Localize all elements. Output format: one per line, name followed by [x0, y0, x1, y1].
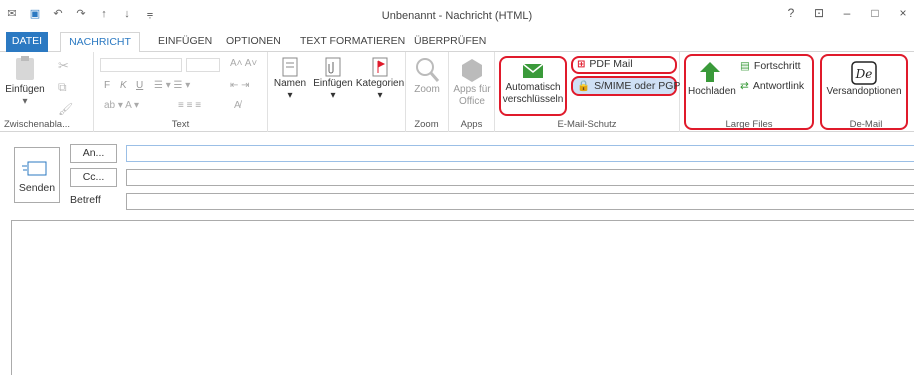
names-label: Namen [273, 78, 307, 89]
title-bar: ✉ ▣ ↶ ↷ ↑ ↓ ⩦ Unbenannt - Nachricht (HTM… [0, 0, 914, 30]
upload-label: Hochladen [688, 86, 736, 97]
to-button[interactable]: An... [70, 144, 117, 163]
progress-button[interactable]: ▤ Fortschritt [740, 60, 801, 72]
magnifier-icon [416, 58, 440, 82]
pdf-icon: ⊞ [577, 58, 586, 70]
cc-field[interactable] [126, 169, 914, 186]
help-icon[interactable]: ? [784, 6, 798, 20]
underline-button[interactable]: U [136, 80, 143, 91]
progress-label: Fortschritt [753, 60, 801, 72]
apps-icon [462, 59, 482, 82]
attach-button[interactable]: Einfügen ▾ [310, 56, 356, 102]
group-email-protection: Automatisch verschlüsseln ⊞ PDF Mail 🔒 S… [495, 52, 680, 132]
tab-file[interactable]: DATEI [6, 32, 48, 52]
bullets-icon[interactable]: ☰ ▾ ☰ ▾ [154, 80, 190, 91]
to-field[interactable] [126, 145, 914, 162]
zoom-group-label: Zoom [414, 119, 439, 130]
paste-label: Einfügen [5, 84, 45, 95]
bold-button[interactable]: F [104, 80, 110, 91]
subject-field[interactable] [126, 193, 914, 210]
tags-button[interactable]: Kategorien ▾ [355, 56, 405, 102]
send-button[interactable]: Senden [14, 147, 60, 203]
apps-label-1: Apps für [453, 84, 491, 95]
window-title: Unbenannt - Nachricht (HTML) [381, 10, 533, 22]
lock-icon: 🔒 [577, 80, 591, 92]
cut-icon[interactable]: ✂ [58, 58, 69, 74]
encrypted-mail-icon [522, 63, 544, 78]
address-book-icon [282, 57, 298, 77]
apps-for-office-button[interactable]: Apps für Office [451, 56, 493, 108]
shipping-options-button[interactable]: De Versandoptionen [822, 60, 906, 98]
shipping-options-label: Versandoptionen [826, 86, 902, 97]
tab-options[interactable]: OPTIONEN [218, 32, 289, 52]
indent-icon[interactable]: ⇤ ⇥ [230, 80, 250, 91]
auto-encrypt-label-1: Automatisch [505, 82, 561, 93]
upload-button[interactable]: Hochladen [688, 60, 736, 98]
copy-icon[interactable]: ⧉ [58, 80, 67, 95]
tab-format-text[interactable]: TEXT FORMATIEREN [292, 32, 413, 52]
tab-review[interactable]: ÜBERPRÜFEN [406, 32, 494, 52]
group-large-files: Hochladen ▤ Fortschritt ⇄ Antwortlink La… [682, 52, 816, 132]
align-icon[interactable]: ≡ ≡ ≡ [178, 100, 201, 111]
smime-label: S/MIME oder PGP [594, 79, 681, 92]
reply-link-icon: ⇄ [740, 80, 749, 92]
ribbon-tabs: DATEI NACHRICHT EINFÜGEN OPTIONEN TEXT F… [0, 32, 914, 53]
group-clipboard: Einfügen ▾ ✂ ⧉ 🖌 Zwischenabla... [0, 52, 94, 132]
ribbon-display-icon[interactable]: ⊡ [812, 6, 826, 20]
paste-button[interactable]: Einfügen ▾ [2, 54, 48, 108]
reply-link-label: Antwortlink [752, 80, 805, 92]
auto-encrypt-label-2: verschlüsseln [502, 94, 564, 105]
demail-logo-icon: De [851, 61, 877, 85]
pdf-mail-label: PDF Mail [589, 58, 633, 70]
ribbon: Einfügen ▾ ✂ ⧉ 🖌 Zwischenabla... A˄ A˅ F … [0, 52, 914, 132]
clipboard-group-label: Zwischenabla... [4, 119, 71, 130]
minimize-icon[interactable]: – [840, 6, 854, 20]
pdf-mail-button[interactable]: ⊞ PDF Mail [577, 58, 633, 70]
zoom-button-label: Zoom [414, 84, 440, 95]
highlight-color-icon[interactable]: ab ▾ A ▾ [104, 100, 139, 111]
font-name-box[interactable] [100, 58, 182, 72]
progress-icon: ▤ [740, 60, 750, 72]
auto-encrypt-button[interactable]: Automatisch verschlüsseln [501, 60, 565, 106]
demail-group-label: De-Mail [849, 119, 883, 130]
group-text: A˄ A˅ F K U ☰ ▾ ☰ ▾ ⇤ ⇥ ab ▾ A ▾ ≡ ≡ ≡ A… [94, 52, 268, 132]
window-controls: ? ⊡ – □ × [784, 6, 914, 20]
close-icon[interactable]: × [896, 6, 910, 20]
upload-arrow-icon [700, 62, 720, 82]
clear-format-icon[interactable]: A̸ [234, 100, 241, 111]
tags-label: Kategorien [355, 78, 405, 89]
italic-button[interactable]: K [120, 80, 127, 91]
group-zoom: Zoom Zoom [405, 52, 449, 132]
zoom-button[interactable]: Zoom [407, 56, 447, 96]
grow-font-icon[interactable]: A˄ A˅ [230, 58, 257, 69]
reply-link-button[interactable]: ⇄ Antwortlink [740, 80, 804, 92]
cc-button[interactable]: Cc... [70, 168, 117, 187]
group-demail: De Versandoptionen De-Mail [818, 52, 914, 132]
format-painter-icon[interactable]: 🖌 [58, 102, 73, 116]
paperclip-icon [325, 57, 341, 77]
send-mail-icon [22, 161, 47, 176]
send-label: Senden [18, 182, 56, 194]
address-book-button[interactable]: Namen ▾ [270, 56, 310, 102]
smime-pgp-button[interactable]: 🔒 S/MIME oder PGP [577, 79, 681, 93]
clipboard-icon [16, 56, 34, 80]
subject-label: Betreff [70, 194, 101, 206]
apps-group-label: Apps [460, 119, 483, 130]
large-files-group-label: Large Files [725, 119, 773, 130]
flag-icon [372, 57, 388, 77]
email-protection-group-label: E-Mail-Schutz [557, 119, 617, 130]
font-size-box[interactable] [186, 58, 220, 72]
message-body[interactable] [11, 220, 914, 375]
apps-label-2: Office [459, 96, 485, 107]
maximize-icon[interactable]: □ [868, 6, 882, 20]
tab-message[interactable]: NACHRICHT [60, 32, 140, 53]
tab-insert[interactable]: EINFÜGEN [150, 32, 220, 52]
group-apps: Apps für Office Apps [449, 52, 495, 132]
insert-label: Einfügen [313, 78, 353, 89]
svg-text:De: De [855, 67, 873, 81]
text-group-label: Text [171, 119, 190, 130]
